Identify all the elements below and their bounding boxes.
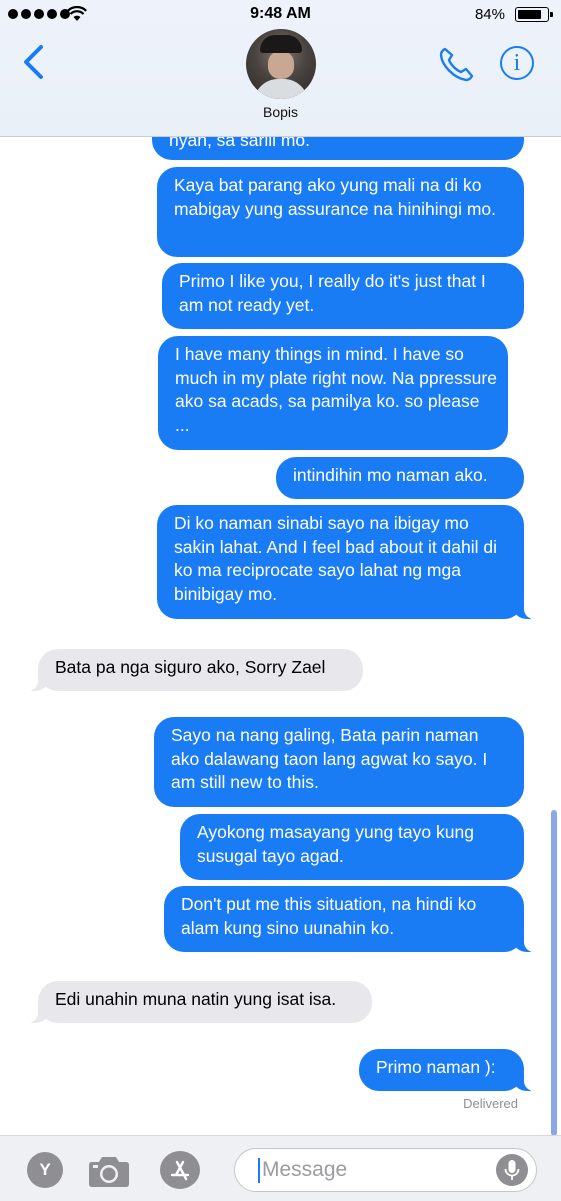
message-bubble-outgoing[interactable]: I have many things in mind. I have so mu… bbox=[158, 336, 508, 450]
contact-avatar[interactable] bbox=[246, 29, 316, 99]
message-bubble-outgoing[interactable]: Primo naman ): bbox=[359, 1049, 538, 1091]
info-icon[interactable]: i bbox=[500, 46, 534, 80]
conversation-header: 9:48 AM 84% Bopis i bbox=[0, 0, 561, 137]
contact-name[interactable]: Bopis bbox=[0, 104, 561, 120]
message-text: Bata pa nga siguro ako, Sorry Zael bbox=[55, 657, 326, 677]
message-text: Primo I like you, I really do it's just … bbox=[179, 271, 486, 315]
message-bubble-outgoing[interactable]: Primo I like you, I really do it's just … bbox=[162, 263, 524, 329]
message-text: Ayokong masayang yung tayo kung susugal … bbox=[197, 822, 474, 866]
message-thread[interactable]: nyan, sa sarili mo. Kaya bat parang ako … bbox=[0, 0, 561, 1136]
battery-level-fill bbox=[518, 10, 541, 19]
input-bar: Y Message bbox=[0, 1135, 561, 1201]
message-text: Kaya bat parang ako yung mali na di ko m… bbox=[174, 175, 496, 219]
message-bubble-incoming[interactable]: Bata pa nga siguro ako, Sorry Zael bbox=[24, 649, 363, 691]
camera-icon[interactable] bbox=[88, 1154, 130, 1188]
message-text: I have many things in mind. I have so mu… bbox=[175, 344, 497, 435]
status-bar: 9:48 AM 84% bbox=[0, 0, 561, 28]
message-text: Di ko naman sinabi sayo na ibigay mo sak… bbox=[174, 513, 498, 604]
app-drawer-icon[interactable]: Y bbox=[27, 1152, 63, 1188]
message-text: intindihin mo naman ako. bbox=[293, 465, 488, 485]
message-text: Edi unahin muna natin yung isat isa. bbox=[55, 989, 337, 1009]
message-text: Primo naman ): bbox=[376, 1057, 496, 1077]
message-bubble-outgoing[interactable]: Ayokong masayang yung tayo kung susugal … bbox=[180, 814, 524, 880]
text-cursor bbox=[258, 1158, 260, 1183]
battery-icon bbox=[515, 7, 553, 22]
delivered-status: Delivered bbox=[463, 1096, 518, 1111]
message-placeholder: Message bbox=[262, 1158, 348, 1181]
back-chevron-icon[interactable] bbox=[20, 44, 46, 80]
app-store-icon[interactable] bbox=[160, 1151, 206, 1189]
message-bubble-outgoing[interactable]: Kaya bat parang ako yung mali na di ko m… bbox=[157, 167, 524, 257]
message-text: Don't put me this situation, na hindi ko… bbox=[181, 894, 477, 938]
message-bubble-incoming[interactable]: Edi unahin muna natin yung isat isa. bbox=[24, 981, 372, 1023]
message-bubble-outgoing[interactable]: Sayo na nang galing, Bata parin naman ak… bbox=[154, 717, 524, 807]
scrollbar[interactable] bbox=[551, 810, 557, 1136]
battery-percentage: 84% bbox=[474, 6, 505, 23]
message-text: Sayo na nang galing, Bata parin naman ak… bbox=[171, 725, 488, 792]
phone-icon[interactable] bbox=[437, 44, 477, 84]
message-bubble-outgoing[interactable]: Don't put me this situation, na hindi ko… bbox=[164, 886, 538, 952]
message-bubble-outgoing[interactable]: Di ko naman sinabi sayo na ibigay mo sak… bbox=[157, 505, 538, 619]
message-input[interactable]: Message bbox=[234, 1148, 537, 1192]
microphone-icon[interactable] bbox=[496, 1154, 528, 1186]
message-bubble-outgoing[interactable]: intindihin mo naman ako. bbox=[276, 457, 524, 499]
